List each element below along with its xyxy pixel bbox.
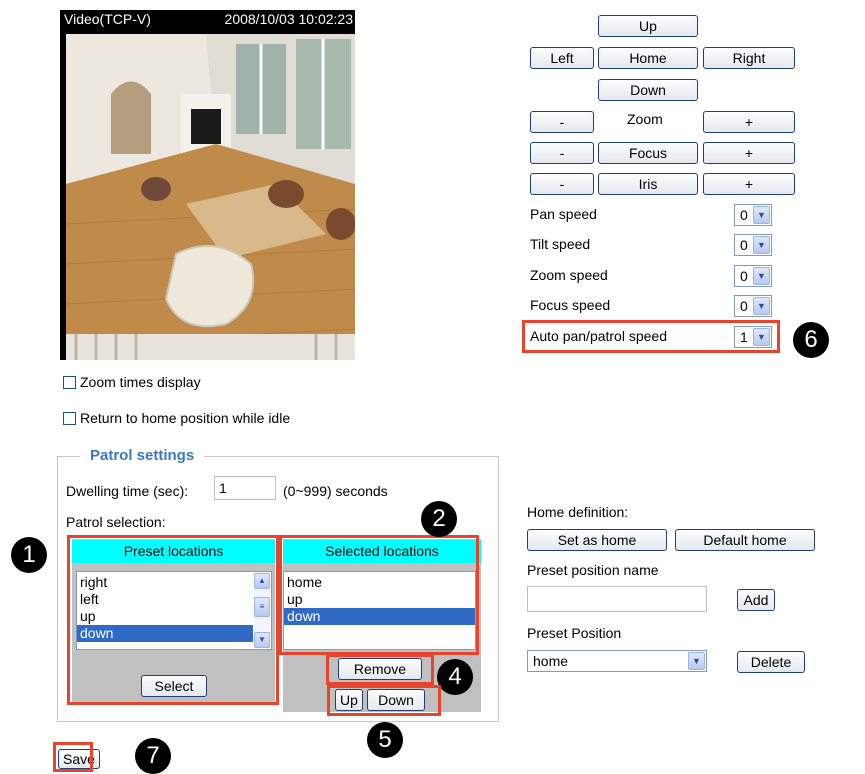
chevron-down-icon: ▼ bbox=[688, 652, 705, 670]
zoom-speed-select[interactable]: 0 ▼ bbox=[734, 265, 772, 287]
annotation-badge-4: 4 bbox=[437, 659, 473, 695]
tilt-speed-select[interactable]: 0 ▼ bbox=[734, 234, 772, 256]
chevron-down-icon: ▼ bbox=[753, 236, 770, 254]
delete-button[interactable]: Delete bbox=[737, 651, 805, 673]
preset-name-input[interactable] bbox=[527, 586, 707, 612]
annotation-badge-1: 1 bbox=[11, 537, 47, 573]
annotation-badge-6: 6 bbox=[793, 322, 829, 358]
dwelling-time-input[interactable] bbox=[214, 476, 276, 500]
right-button[interactable]: Right bbox=[703, 47, 795, 69]
tilt-speed-label: Tilt speed bbox=[530, 236, 591, 252]
home-button[interactable]: Home bbox=[598, 47, 698, 69]
patrol-selection-label: Patrol selection: bbox=[66, 514, 166, 530]
home-definition-label: Home definition: bbox=[527, 504, 629, 520]
annotation-badge-5: 5 bbox=[367, 722, 403, 758]
camera-view-image bbox=[66, 34, 355, 360]
pan-speed-label: Pan speed bbox=[530, 206, 597, 222]
focus-minus-button[interactable]: - bbox=[530, 142, 594, 164]
focus-button[interactable]: Focus bbox=[598, 142, 698, 164]
annotation-box-5 bbox=[327, 685, 441, 716]
video-panel: Video(TCP-V) 2008/10/03 10:02:23 bbox=[60, 10, 355, 360]
dwelling-range-label: (0~999) seconds bbox=[283, 483, 388, 499]
annotation-box-2 bbox=[279, 535, 479, 655]
annotation-badge-7: 7 bbox=[135, 738, 171, 774]
preset-position-label: Preset Position bbox=[527, 625, 622, 641]
preset-position-select[interactable]: home ▼ bbox=[527, 650, 707, 672]
focus-speed-label: Focus speed bbox=[530, 297, 611, 313]
zoom-label: Zoom bbox=[627, 111, 663, 127]
focus-speed-select[interactable]: 0 ▼ bbox=[734, 295, 772, 317]
annotation-badge-2: 2 bbox=[421, 501, 457, 537]
preset-name-label: Preset position name bbox=[527, 562, 659, 578]
zoom-speed-label: Zoom speed bbox=[530, 267, 608, 283]
dwelling-time-label: Dwelling time (sec): bbox=[66, 483, 189, 499]
set-as-home-button[interactable]: Set as home bbox=[527, 529, 667, 551]
annotation-box-1 bbox=[67, 535, 279, 705]
annotation-box-6 bbox=[522, 320, 780, 353]
pan-speed-select[interactable]: 0 ▼ bbox=[734, 204, 772, 226]
zoom-times-label: Zoom times display bbox=[80, 374, 201, 390]
add-button[interactable]: Add bbox=[737, 589, 775, 611]
zoom-times-checkbox[interactable] bbox=[63, 376, 76, 389]
annotation-box-7 bbox=[53, 742, 93, 772]
chevron-down-icon: ▼ bbox=[753, 267, 770, 285]
left-button[interactable]: Left bbox=[530, 47, 594, 69]
iris-plus-button[interactable]: + bbox=[703, 173, 795, 195]
video-title: Video(TCP-V) bbox=[64, 11, 151, 27]
annotation-box-4 bbox=[326, 654, 434, 685]
default-home-button[interactable]: Default home bbox=[675, 529, 815, 551]
focus-plus-button[interactable]: + bbox=[703, 142, 795, 164]
video-timestamp: 2008/10/03 10:02:23 bbox=[224, 11, 353, 27]
down-button[interactable]: Down bbox=[598, 79, 698, 101]
return-home-checkbox[interactable] bbox=[63, 412, 76, 425]
patrol-settings-legend: Patrol settings bbox=[80, 447, 205, 464]
return-home-label: Return to home position while idle bbox=[80, 410, 291, 426]
chevron-down-icon: ▼ bbox=[753, 297, 770, 315]
zoom-out-button[interactable]: - bbox=[530, 111, 594, 133]
chevron-down-icon: ▼ bbox=[753, 206, 770, 224]
iris-minus-button[interactable]: - bbox=[530, 173, 594, 195]
zoom-in-button[interactable]: + bbox=[703, 111, 795, 133]
iris-button[interactable]: Iris bbox=[598, 173, 698, 195]
up-button[interactable]: Up bbox=[598, 15, 698, 37]
